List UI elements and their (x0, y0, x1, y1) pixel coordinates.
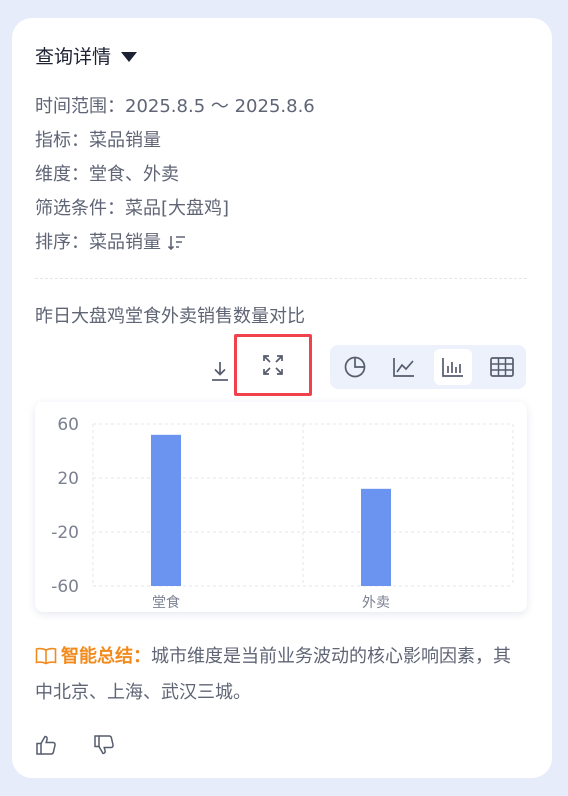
sort-text: 排序：菜品销量 (35, 232, 161, 253)
line-chart-icon (392, 358, 414, 377)
y-tick-label: 20 (57, 469, 79, 489)
y-tick-label: -60 (51, 577, 79, 597)
bar-2 (361, 488, 391, 586)
sort-row: 排序：菜品销量 (35, 226, 315, 260)
book-icon (35, 643, 57, 676)
x-tick-label: 堂食 (152, 594, 180, 611)
filter-row: 筛选条件：菜品[大盘鸡] (35, 192, 315, 226)
expand-icon (263, 355, 283, 375)
metric-row: 指标：菜品销量 (35, 124, 315, 158)
query-detail-header[interactable]: 查询详情 (35, 42, 138, 69)
expand-button[interactable] (234, 334, 312, 396)
thumbs-up-icon[interactable] (35, 734, 57, 756)
summary-label: 智能总结： (61, 646, 151, 667)
time-range-text: 时间范围：2025.8.5 ～ 2025.8.6 (35, 96, 315, 117)
thumbs-down-icon[interactable] (93, 734, 115, 756)
bar-chart-button[interactable] (433, 349, 472, 385)
filter-text: 筛选条件：菜品[大盘鸡] (35, 198, 230, 219)
download-icon (212, 362, 228, 381)
bar-chart: 60 20 -20 -60 堂食 外卖 (51, 415, 514, 611)
bar-1 (151, 434, 181, 586)
x-tick-label: 外卖 (362, 595, 390, 611)
caret-down-icon[interactable] (121, 51, 138, 62)
pie-chart-icon (344, 356, 365, 378)
bar-chart-icon (441, 358, 463, 377)
feedback-bar (35, 734, 115, 756)
metric-text: 指标：菜品销量 (35, 130, 161, 151)
table-icon (489, 357, 514, 377)
table-view-button[interactable] (483, 349, 521, 385)
y-tick-label: 60 (57, 415, 79, 435)
time-range-row: 时间范围：2025.8.5 ～ 2025.8.6 (35, 90, 315, 124)
pie-chart-button[interactable] (336, 349, 374, 385)
query-detail-card: 查询详情 时间范围：2025.8.5 ～ 2025.8.6 指标：菜品销量 维度… (12, 18, 552, 778)
dimension-text: 维度：堂食、外卖 (35, 164, 179, 185)
download-button[interactable] (208, 358, 232, 386)
page-title: 查询详情 (35, 46, 112, 68)
sort-descending-icon (167, 233, 187, 253)
chart-panel: 60 20 -20 -60 堂食 外卖 (35, 402, 527, 612)
y-tick-label: -20 (51, 523, 79, 543)
smart-summary: 智能总结：城市维度是当前业务波动的核心影响因素，其中北京、上海、武汉三城。 (35, 640, 525, 709)
dimension-row: 维度：堂食、外卖 (35, 158, 315, 192)
chart-type-switcher (330, 345, 526, 389)
query-info: 时间范围：2025.8.5 ～ 2025.8.6 指标：菜品销量 维度：堂食、外… (35, 90, 315, 260)
line-chart-button[interactable] (385, 349, 423, 385)
chart-title: 昨日大盘鸡堂食外卖销售数量对比 (35, 306, 305, 327)
divider (35, 278, 527, 279)
